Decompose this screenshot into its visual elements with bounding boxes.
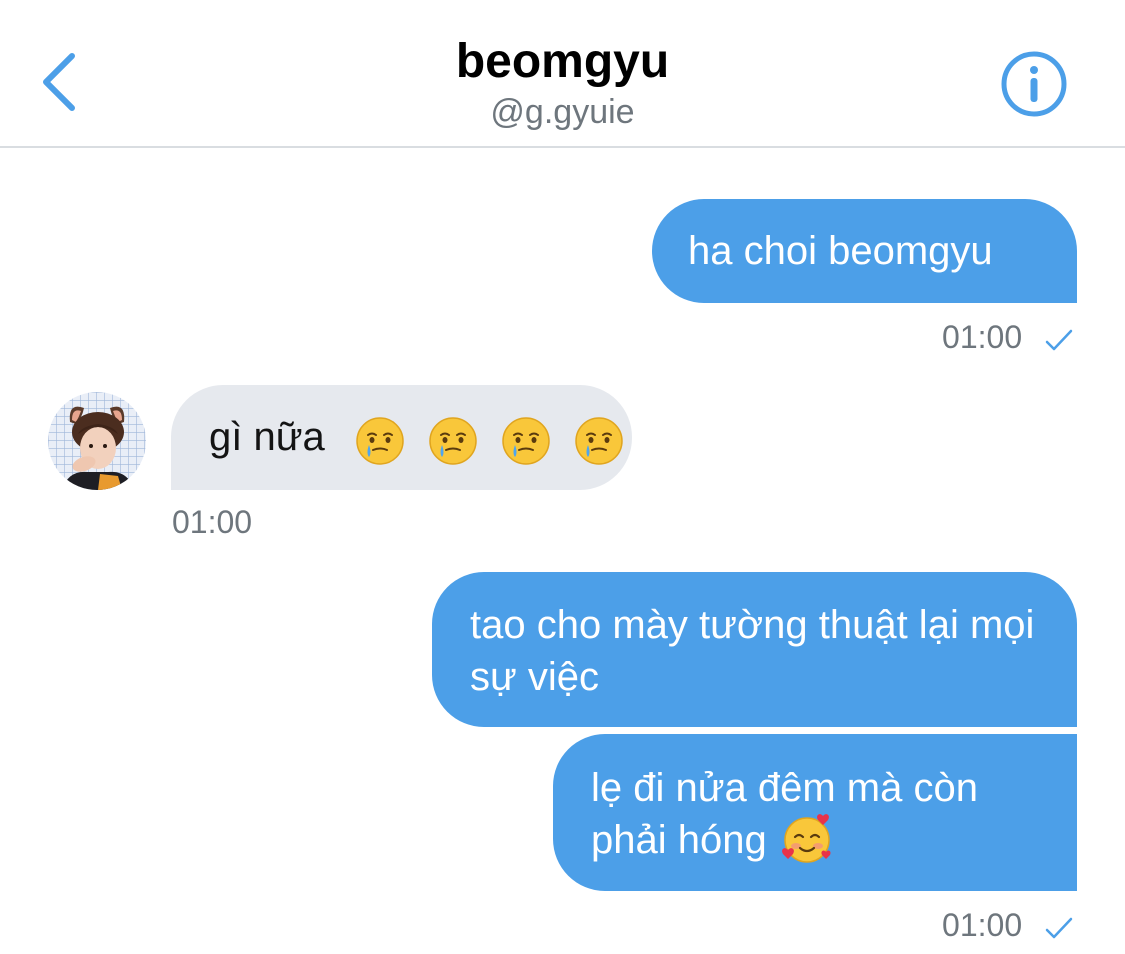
message-timestamp: 01:00: [942, 905, 1073, 945]
contact-name: beomgyu: [455, 35, 670, 88]
conversation-screen: beomgyu @g.gyuie ha choi beomgyu 01:00 g…: [0, 0, 1125, 954]
smiling-face-with-hearts-emoji: [781, 814, 831, 864]
face-holding-back-tears-emoji: [429, 416, 477, 465]
message-timestamp: 01:00: [172, 502, 252, 542]
message-text: gì nữa: [209, 415, 325, 459]
avatar-image: [48, 392, 146, 490]
timestamp-text: 01:00: [172, 504, 253, 540]
checkmark-icon: [1045, 917, 1073, 938]
outgoing-message-bubble[interactable]: ha choi beomgyu: [652, 199, 1077, 303]
timestamp-text: 01:00: [942, 907, 1023, 943]
incoming-message-bubble[interactable]: gì nữa: [171, 385, 632, 490]
info-icon: [1001, 51, 1067, 117]
header-titles[interactable]: beomgyu @g.gyuie: [0, 32, 1125, 132]
face-holding-back-tears-emoji: [502, 416, 550, 465]
outgoing-message-bubble[interactable]: lẹ đi nửa đêm mà còn phải hóng: [553, 734, 1077, 891]
face-holding-back-tears-emoji: [356, 416, 404, 465]
avatar[interactable]: [48, 392, 146, 490]
checkmark-icon: [1045, 329, 1073, 350]
timestamp-text: 01:00: [942, 319, 1023, 355]
info-button[interactable]: [1000, 50, 1068, 118]
message-timestamp: 01:00: [942, 317, 1073, 357]
emoji-group: [344, 412, 625, 466]
face-holding-back-tears-emoji: [575, 416, 623, 465]
message-text: tao cho mày tường thuật lại mọi sự việc: [470, 603, 1035, 699]
outgoing-message-bubble[interactable]: tao cho mày tường thuật lại mọi sự việc: [432, 572, 1077, 727]
contact-handle: @g.gyuie: [490, 93, 635, 131]
conversation-header: beomgyu @g.gyuie: [0, 0, 1125, 148]
message-text: ha choi beomgyu: [688, 229, 993, 273]
